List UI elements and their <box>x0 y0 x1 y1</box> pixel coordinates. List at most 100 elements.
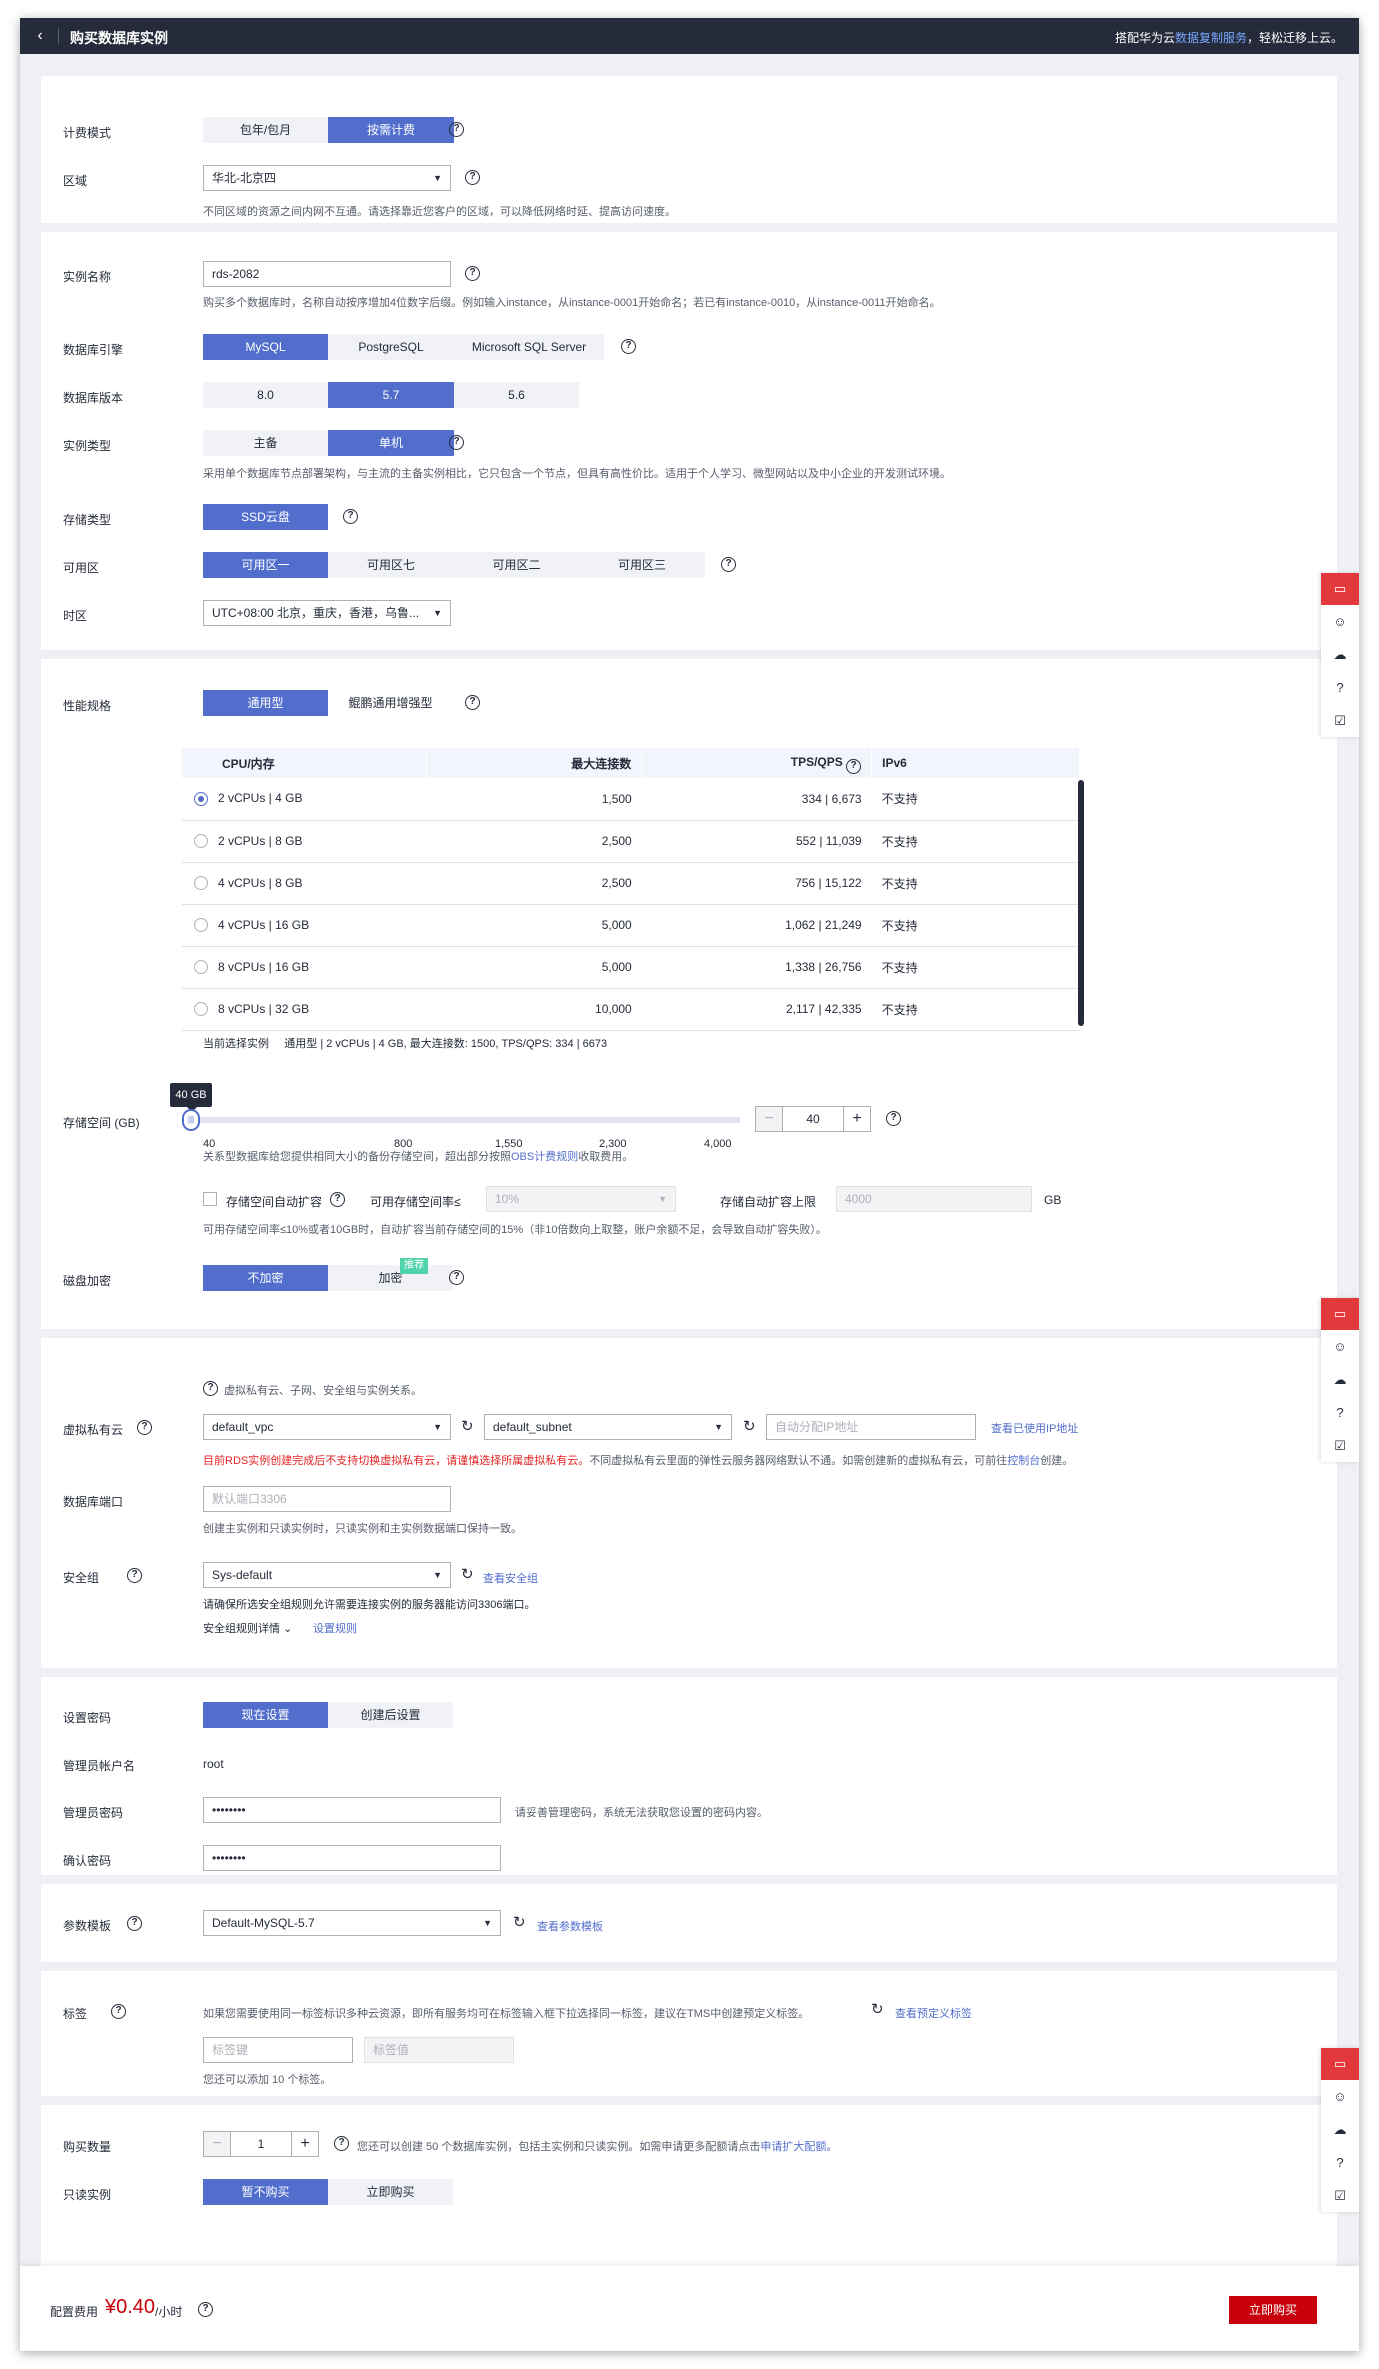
sg-rules-toggle[interactable]: 安全组规则详情 ⌄ <box>203 1620 292 1636</box>
minus-button[interactable]: − <box>756 1107 782 1131</box>
table-row[interactable]: 4 vCPUs | 8 GB 2,500 756 | 15,122 不支持 <box>182 862 1080 905</box>
billing-option-ondemand[interactable]: 按需计费 <box>328 117 454 143</box>
plus-button[interactable]: + <box>844 1107 870 1131</box>
plus-button[interactable]: + <box>292 2132 318 2156</box>
obs-billing-link[interactable]: OBS计费规则 <box>511 1151 578 1163</box>
quota-link[interactable]: 申请扩大配额。 <box>760 2141 837 2153</box>
instance-name-input[interactable]: rds-2082 <box>203 261 451 287</box>
ip-input[interactable]: 自动分配IP地址 <box>766 1414 976 1440</box>
radio-selected[interactable] <box>194 792 208 807</box>
help-icon[interactable]: ? <box>465 695 480 710</box>
pwd-input[interactable]: •••••••• <box>203 1797 501 1823</box>
version-option-5-6[interactable]: 5.6 <box>454 382 579 408</box>
spec-option-general[interactable]: 通用型 <box>203 690 328 716</box>
refresh-icon[interactable]: ↻ <box>461 1419 474 1435</box>
table-row[interactable]: 4 vCPUs | 16 GB 5,000 1,062 | 21,249 不支持 <box>182 904 1080 947</box>
tag-value-input[interactable]: 标签值 <box>364 2037 514 2063</box>
billing-option-yearly[interactable]: 包年/包月 <box>203 117 328 143</box>
engine-option-sqlserver[interactable]: Microsoft SQL Server <box>454 334 604 360</box>
help-icon[interactable]: ? <box>198 2302 213 2317</box>
help-icon[interactable]: ? <box>1321 1396 1359 1429</box>
storage-slider-track[interactable] <box>188 1117 740 1123</box>
checklist-icon[interactable]: ☑ <box>1321 1429 1359 1462</box>
port-input[interactable]: 默认端口3306 <box>203 1486 451 1512</box>
password-option-later[interactable]: 创建后设置 <box>328 1702 453 1728</box>
dms-link[interactable]: 数据复制服务 <box>1175 31 1247 45</box>
help-icon[interactable]: ? <box>330 1192 345 1207</box>
minus-button[interactable]: − <box>204 2132 230 2156</box>
chat-icon[interactable]: ▭ <box>1321 1298 1359 1330</box>
radio[interactable] <box>194 918 208 933</box>
view-param-link[interactable]: 查看参数模板 <box>537 1918 603 1934</box>
help-icon[interactable]: ? <box>111 2004 126 2019</box>
param-select[interactable]: Default-MySQL-5.7 ▼ <box>203 1910 501 1936</box>
engine-option-postgresql[interactable]: PostgreSQL <box>328 334 454 360</box>
type-option-single[interactable]: 单机 <box>328 430 454 456</box>
az-option-3[interactable]: 可用区三 <box>579 552 705 578</box>
help-icon[interactable]: ? <box>721 557 736 572</box>
limit-input[interactable]: 4000 <box>836 1186 1032 1212</box>
type-option-ha[interactable]: 主备 <box>203 430 328 456</box>
chat-icon[interactable]: ▭ <box>1321 573 1359 605</box>
back-icon[interactable]: ‹ <box>32 27 48 45</box>
buy-button[interactable]: 立即购买 <box>1229 2296 1317 2324</box>
help-icon[interactable]: ? <box>127 1568 142 1583</box>
help-icon[interactable]: ? <box>621 339 636 354</box>
storage-option-ssd[interactable]: SSD云盘 <box>203 504 328 530</box>
refresh-icon[interactable]: ↻ <box>743 1419 756 1435</box>
set-rules-link[interactable]: 设置规则 <box>313 1620 357 1636</box>
help-icon[interactable]: ? <box>449 435 464 450</box>
radio[interactable] <box>194 1002 208 1017</box>
storage-slider-handle[interactable]: ||| <box>182 1109 200 1131</box>
tag-key-input[interactable]: 标签键 <box>203 2037 353 2063</box>
az-option-7[interactable]: 可用区七 <box>328 552 454 578</box>
console-link[interactable]: 控制台 <box>1007 1455 1040 1467</box>
cloud-icon[interactable]: ☁ <box>1321 638 1359 671</box>
table-scrollbar[interactable] <box>1078 780 1084 1026</box>
region-select[interactable]: 华北-北京四 ▼ <box>203 165 451 191</box>
help-icon[interactable]: ? <box>203 1381 218 1396</box>
help-icon[interactable]: ? <box>137 1420 152 1435</box>
smile-icon[interactable]: ☺ <box>1321 1330 1359 1363</box>
version-option-8-0[interactable]: 8.0 <box>203 382 328 408</box>
help-icon[interactable]: ? <box>127 1916 142 1931</box>
engine-option-mysql[interactable]: MySQL <box>203 334 328 360</box>
refresh-icon[interactable]: ↻ <box>871 2002 884 2018</box>
auto-expand-checkbox[interactable] <box>203 1192 217 1206</box>
help-icon[interactable]: ? <box>334 2136 349 2151</box>
help-icon[interactable]: ? <box>343 509 358 524</box>
checklist-icon[interactable]: ☑ <box>1321 704 1359 737</box>
sg-select[interactable]: Sys-default ▼ <box>203 1562 451 1588</box>
table-row[interactable]: 8 vCPUs | 16 GB 5,000 1,338 | 26,756 不支持 <box>182 946 1080 989</box>
table-row[interactable]: 8 vCPUs | 32 GB 10,000 2,117 | 42,335 不支持 <box>182 988 1080 1031</box>
help-icon[interactable]: ? <box>1321 2146 1359 2179</box>
table-row[interactable]: 2 vCPUs | 4 GB 1,500 334 | 6,673 不支持 <box>182 778 1080 821</box>
radio[interactable] <box>194 960 208 975</box>
cloud-icon[interactable]: ☁ <box>1321 1363 1359 1396</box>
az-option-1[interactable]: 可用区一 <box>203 552 328 578</box>
readonly-option-no[interactable]: 暂不购买 <box>203 2179 328 2205</box>
encrypt-option-none[interactable]: 不加密 <box>203 1265 328 1291</box>
radio[interactable] <box>194 834 208 849</box>
encrypt-option-on[interactable]: 加密 <box>328 1265 453 1291</box>
checklist-icon[interactable]: ☑ <box>1321 2179 1359 2212</box>
chat-icon[interactable]: ▭ <box>1321 2048 1359 2080</box>
subnet-select[interactable]: default_subnet ▼ <box>484 1414 732 1440</box>
vpc-select[interactable]: default_vpc ▼ <box>203 1414 451 1440</box>
spec-option-kunpeng[interactable]: 鲲鹏通用增强型 <box>328 690 453 716</box>
readonly-option-yes[interactable]: 立即购买 <box>328 2179 453 2205</box>
help-icon[interactable]: ? <box>886 1111 901 1126</box>
refresh-icon[interactable]: ↻ <box>461 1567 474 1583</box>
help-icon[interactable]: ? <box>449 122 464 137</box>
timezone-select[interactable]: UTC+08:00 北京，重庆，香港，乌鲁... ▼ <box>203 600 451 626</box>
confirm-input[interactable]: •••••••• <box>203 1845 501 1871</box>
help-icon[interactable]: ? <box>449 1270 464 1285</box>
az-option-2[interactable]: 可用区二 <box>454 552 579 578</box>
used-ip-link[interactable]: 查看已使用IP地址 <box>991 1420 1078 1436</box>
storage-value[interactable]: 40 <box>782 1107 844 1131</box>
radio[interactable] <box>194 876 208 891</box>
predefined-tags-link[interactable]: 查看预定义标签 <box>895 2005 972 2021</box>
view-sg-link[interactable]: 查看安全组 <box>483 1570 538 1586</box>
avail-select[interactable]: 10% ▼ <box>486 1186 676 1212</box>
password-option-now[interactable]: 现在设置 <box>203 1702 328 1728</box>
